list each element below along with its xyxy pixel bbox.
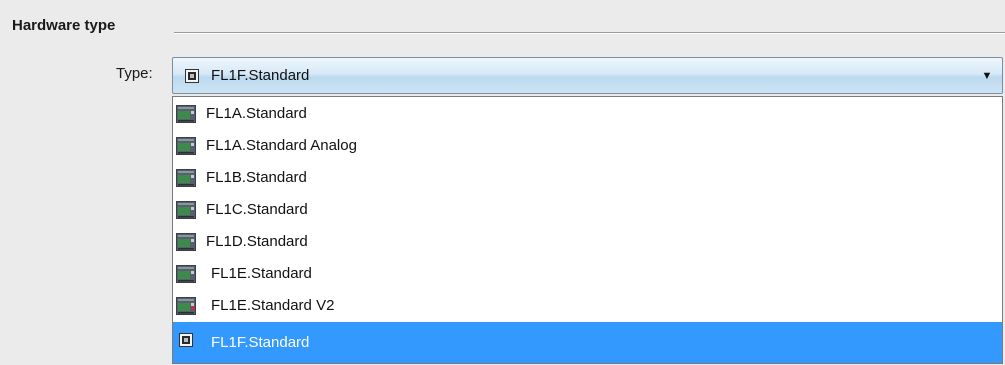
board-icon (176, 201, 196, 219)
option-label: FL1F.Standard (211, 334, 310, 351)
dropdown-arrow-icon[interactable]: ▼ (978, 68, 996, 84)
board-icon (176, 105, 196, 123)
option-fl1c-standard[interactable]: FL1C.Standard (173, 194, 1002, 226)
type-combobox[interactable]: FL1F.Standard ▼ (172, 57, 1003, 94)
board-icon (176, 137, 196, 155)
option-label: FL1C.Standard (206, 201, 308, 218)
type-selected-value: FL1F.Standard (211, 67, 310, 84)
chip-icon (185, 69, 199, 83)
option-label: FL1E.Standard V2 (211, 297, 335, 314)
option-fl1e-standard[interactable]: FL1E.Standard (173, 258, 1002, 290)
option-label: FL1D.Standard (206, 233, 308, 250)
option-fl1f-standard[interactable]: FL1F.Standard (173, 322, 1002, 363)
option-label: FL1A.Standard (206, 105, 307, 122)
type-dropdown-list[interactable]: FL1A.Standard FL1A.Standard Analog FL1B.… (172, 96, 1003, 364)
board-icon (176, 265, 196, 283)
option-fl1a-standard-analog[interactable]: FL1A.Standard Analog (173, 130, 1002, 162)
option-label: FL1A.Standard Analog (206, 137, 357, 154)
option-label: FL1E.Standard (211, 265, 312, 282)
option-fl1d-standard[interactable]: FL1D.Standard (173, 226, 1002, 258)
board-icon (176, 233, 196, 251)
section-title: Hardware type (12, 17, 116, 34)
option-label: FL1B.Standard (206, 169, 307, 186)
chip-icon (179, 333, 193, 347)
type-label: Type: (116, 65, 153, 82)
option-fl1a-standard[interactable]: FL1A.Standard (173, 98, 1002, 130)
option-fl1e-standard-v2[interactable]: FL1E.Standard V2 (173, 290, 1002, 322)
option-fl1b-standard[interactable]: FL1B.Standard (173, 162, 1002, 194)
board-icon (176, 169, 196, 187)
board-red-dot-icon (176, 297, 196, 315)
section-divider (174, 32, 1005, 34)
